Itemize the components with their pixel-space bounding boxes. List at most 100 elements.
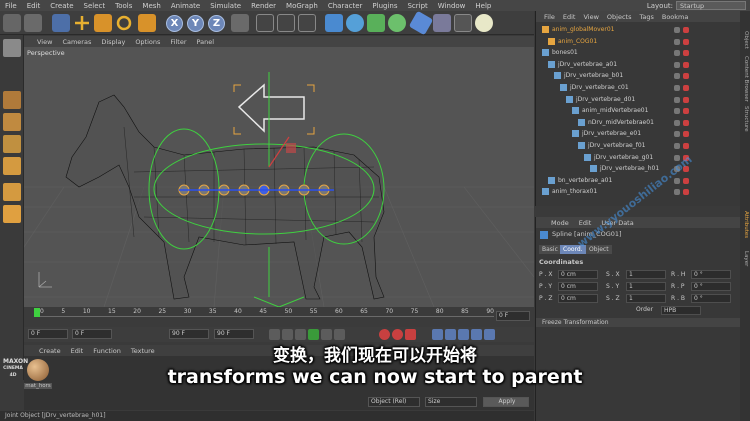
menu-script[interactable]: Script <box>402 2 432 10</box>
visibility-dot-icon[interactable] <box>674 85 680 91</box>
coordinate-value-field[interactable]: 0 cm <box>558 294 598 303</box>
objects-menu-edit[interactable]: Edit <box>559 13 580 21</box>
max-frame-field[interactable]: 90 F <box>169 329 209 339</box>
object-tree-row[interactable]: jDrv_vertebrae_b01 <box>536 70 741 82</box>
menu-tools[interactable]: Tools <box>110 2 137 10</box>
render-dot-icon[interactable] <box>683 50 689 57</box>
go-to-start-button[interactable] <box>269 329 280 340</box>
move-icon[interactable] <box>73 14 91 32</box>
visibility-dot-icon[interactable] <box>674 38 680 45</box>
play-backwards-button[interactable] <box>295 329 306 340</box>
cube-icon[interactable] <box>325 14 343 32</box>
viewport-menu-options[interactable]: Options <box>130 38 165 46</box>
menu-create[interactable]: Create <box>45 2 78 10</box>
points-mode-icon[interactable] <box>3 135 21 153</box>
object-tree-row[interactable]: bn_vertebrae_a01 <box>536 175 741 187</box>
coordinate-value-field[interactable]: 0 ° <box>691 294 731 303</box>
menu-window[interactable]: Window <box>433 2 471 10</box>
polygons-mode-icon[interactable] <box>3 183 21 201</box>
end-frame-field[interactable]: 90 F <box>214 329 254 339</box>
render-picture-viewer-icon[interactable] <box>277 14 295 32</box>
menu-animate[interactable]: Animate <box>166 2 205 10</box>
render-dot-icon[interactable] <box>683 38 689 45</box>
menu-edit[interactable]: Edit <box>22 2 46 10</box>
apply-button[interactable]: Apply <box>483 397 529 407</box>
autokey-button[interactable] <box>392 329 403 340</box>
snap-icon[interactable] <box>3 205 21 223</box>
make-editable-icon[interactable] <box>3 39 21 57</box>
key-scale-button[interactable] <box>445 329 456 340</box>
next-key-button[interactable] <box>321 329 332 340</box>
viewport-menu-panel[interactable]: Panel <box>192 38 220 46</box>
visibility-dot-icon[interactable] <box>674 108 680 115</box>
menu-simulate[interactable]: Simulate <box>205 2 246 10</box>
menu-help[interactable]: Help <box>470 2 496 10</box>
object-tree-row[interactable]: anim_midVertebrae01 <box>536 105 741 117</box>
visibility-dot-icon[interactable] <box>674 61 680 68</box>
visibility-dot-icon[interactable] <box>674 73 680 80</box>
coordinate-value-field[interactable]: 0 cm <box>558 282 598 291</box>
side-tab-object[interactable]: Object <box>741 31 749 49</box>
render-dot-icon[interactable] <box>683 143 689 149</box>
coordinate-mode-dropdown[interactable]: Object (Rel) <box>368 397 420 407</box>
object-tree-row[interactable]: nDrv_midVertebrae01 <box>536 117 741 129</box>
visibility-dot-icon[interactable] <box>674 189 680 196</box>
object-tree-row[interactable]: bones01 <box>536 47 741 59</box>
perspective-viewport[interactable]: Perspective <box>24 47 534 307</box>
visibility-dot-icon[interactable] <box>674 177 680 184</box>
camera-icon[interactable] <box>454 14 472 32</box>
tab-basic[interactable]: Basic <box>539 245 561 254</box>
layout-dropdown[interactable]: Startup <box>676 1 746 10</box>
order-dropdown[interactable]: HPB <box>661 306 701 315</box>
visibility-dot-icon[interactable] <box>674 50 680 57</box>
menu-plugins[interactable]: Plugins <box>367 2 402 10</box>
visibility-dot-icon[interactable] <box>674 131 680 138</box>
redo-icon[interactable] <box>24 14 42 32</box>
deformer-icon[interactable] <box>408 10 434 36</box>
coordinate-value-field[interactable]: 1 <box>626 294 666 303</box>
menu-render[interactable]: Render <box>246 2 281 10</box>
render-dot-icon[interactable] <box>683 189 689 196</box>
record-button[interactable] <box>379 329 390 340</box>
coordinate-value-field[interactable]: 1 <box>626 282 666 291</box>
objects-menu-bookmarks[interactable]: Bookma <box>658 13 693 21</box>
light-icon[interactable] <box>475 14 493 32</box>
coordinate-value-field[interactable]: 0 cm <box>558 270 598 279</box>
viewport-menu-display[interactable]: Display <box>96 38 130 46</box>
objects-menu-objects[interactable]: Objects <box>603 13 636 21</box>
scene-icon[interactable] <box>433 14 451 32</box>
render-settings-icon[interactable] <box>298 14 316 32</box>
x-axis-toggle[interactable]: X <box>166 15 183 32</box>
viewport-menu-view[interactable]: View <box>32 38 57 46</box>
coordinate-value-field[interactable]: 0 ° <box>691 282 731 291</box>
z-axis-toggle[interactable]: Z <box>208 15 225 32</box>
key-parameter-button[interactable] <box>471 329 482 340</box>
menu-file[interactable]: File <box>0 2 22 10</box>
edges-mode-icon[interactable] <box>3 157 21 175</box>
size-mode-dropdown[interactable]: Size <box>425 397 477 407</box>
object-tree-row[interactable]: jDrv_vertebrae_d01 <box>536 94 741 106</box>
key-pla-button[interactable] <box>484 329 495 340</box>
visibility-dot-icon[interactable] <box>674 27 680 33</box>
side-tab-structure[interactable]: Structure <box>741 106 749 132</box>
previous-key-button[interactable] <box>282 329 293 340</box>
play-button[interactable] <box>308 329 319 340</box>
object-tree-row[interactable]: jDrv_vertebrae_h01 <box>536 163 741 175</box>
objects-menu-view[interactable]: View <box>579 13 602 21</box>
object-tree-row[interactable]: jDrv_vertebrae_c01 <box>536 82 741 94</box>
render-dot-icon[interactable] <box>683 96 689 103</box>
visibility-dot-icon[interactable] <box>674 143 680 149</box>
render-dot-icon[interactable] <box>683 119 689 126</box>
min-frame-field[interactable]: 0 F <box>72 329 112 339</box>
go-to-end-button[interactable] <box>334 329 345 340</box>
object-tree-row[interactable]: anim_globalMover01 <box>536 24 741 36</box>
visibility-dot-icon[interactable] <box>674 119 680 126</box>
side-tab-content-browser[interactable]: Content Browser <box>741 56 749 102</box>
timeline-ruler[interactable]: 0 5 10 15 20 25 30 35 40 45 50 55 60 65 … <box>24 307 534 327</box>
nurbs-icon[interactable] <box>367 14 385 32</box>
coordinate-value-field[interactable]: 0 ° <box>691 270 731 279</box>
render-dot-icon[interactable] <box>683 108 689 115</box>
object-tree-row[interactable]: jDrv_vertebrae_e01 <box>536 128 741 140</box>
y-axis-toggle[interactable]: Y <box>187 15 204 32</box>
rotate-icon[interactable] <box>115 14 133 32</box>
